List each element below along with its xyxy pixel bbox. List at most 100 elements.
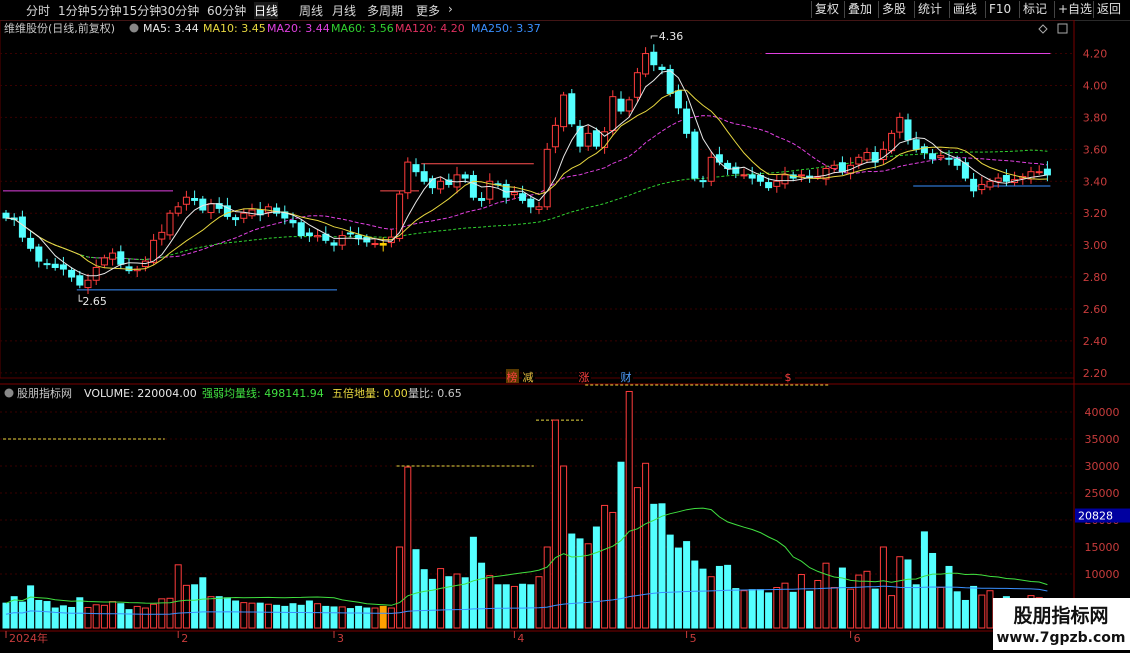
period-tab[interactable]: 日线 — [254, 2, 279, 19]
volume-bar — [141, 607, 149, 629]
ma-legend-item: MA250: 3.37 — [471, 22, 541, 35]
volume-bar — [674, 547, 682, 629]
candle-body — [2, 212, 10, 219]
volume-bar — [43, 601, 51, 629]
ma-legend-item: MA120: 4.20 — [395, 22, 465, 35]
candle-body — [633, 72, 641, 98]
candle-body — [207, 203, 215, 214]
volume-bar — [84, 606, 92, 629]
volume-bar — [781, 582, 789, 629]
volume-bar — [51, 607, 59, 629]
event-marker[interactable]: 财 — [621, 370, 632, 384]
volume-settings-icon[interactable] — [4, 388, 14, 398]
period-tab[interactable]: 5分钟 — [90, 2, 122, 19]
volume-bar — [256, 602, 264, 629]
volume-bar — [355, 605, 363, 629]
kline-chart[interactable]: 2.20 2.40 2.60 2.80 3.00 3.20 3.40 3.60 3.80 4.00… — [0, 19, 1130, 650]
price-tick-label: 4.00 — [1083, 79, 1108, 92]
toolbar-button[interactable]: 画线 — [949, 1, 980, 18]
period-tab[interactable]: 30分钟 — [160, 2, 199, 19]
volume-bar — [740, 590, 748, 629]
current-value-label: 20828 — [1078, 510, 1113, 523]
period-tab[interactable]: 1分钟 — [58, 2, 90, 19]
candle-body — [379, 243, 387, 246]
candle-body — [855, 156, 863, 165]
volume-bar — [756, 589, 764, 629]
window-icon[interactable] — [1057, 23, 1068, 34]
candle-body — [945, 157, 953, 160]
candle-body — [888, 132, 896, 152]
toolbar-button[interactable]: +自选 — [1054, 1, 1095, 18]
toolbar-button[interactable]: 多股 — [878, 1, 909, 18]
volume-bar — [609, 511, 617, 629]
candle-body — [674, 90, 682, 109]
candle-body — [748, 174, 756, 179]
candle-body — [84, 279, 92, 289]
candle-body — [527, 198, 535, 208]
volume-bar — [182, 584, 190, 629]
toolbar-button[interactable]: 返回 — [1093, 1, 1124, 18]
toolbar-button[interactable]: 统计 — [914, 1, 945, 18]
volume-bar — [100, 604, 108, 629]
date-tick-label: 3 — [337, 632, 344, 645]
volume-bar — [27, 585, 35, 629]
date-tick-label: 4 — [517, 632, 524, 645]
price-tick-label: 2.40 — [1083, 335, 1108, 348]
volume-bar — [248, 602, 256, 629]
period-tab[interactable]: 分时 — [26, 2, 50, 19]
diamond-icon[interactable] — [1038, 24, 1048, 34]
volume-bar — [510, 585, 518, 629]
volume-bar — [732, 588, 740, 629]
candle-body — [797, 174, 805, 177]
period-tab[interactable]: 周线 — [299, 2, 323, 19]
volume-bar — [396, 546, 404, 629]
period-tab[interactable]: 60分钟 — [207, 2, 246, 19]
candle-body — [715, 154, 723, 163]
volume-bar — [519, 583, 527, 629]
toolbar-button[interactable]: 复权 — [811, 1, 842, 18]
event-marker[interactable]: $ — [785, 371, 792, 384]
volume-legend-item: 五倍地量: 0.00 — [332, 386, 408, 400]
volume-bar — [568, 533, 576, 629]
candle-body — [510, 191, 518, 196]
toolbar-button[interactable]: F10 — [985, 1, 1014, 18]
candle-body — [568, 93, 576, 125]
stock-title[interactable]: 维维股份(日线,前复权) — [4, 21, 115, 35]
volume-bar — [428, 578, 436, 629]
period-tab[interactable]: 15分钟 — [122, 2, 161, 19]
volume-bar — [59, 605, 67, 629]
volume-bar — [707, 576, 715, 629]
settings-dot-icon[interactable] — [129, 23, 139, 33]
volume-legend-item: 强弱均量线: 498141.94 — [202, 386, 324, 400]
toolbar-button[interactable]: 叠加 — [844, 1, 875, 18]
candle-body — [970, 178, 978, 192]
candle-body — [576, 125, 584, 147]
watermark-url: www.7gpzb.com — [996, 630, 1125, 646]
volume-bar — [691, 560, 699, 629]
watermark-text: 股朋指标网 — [1013, 605, 1108, 627]
chart-area[interactable]: 2.20 2.40 2.60 2.80 3.00 3.20 3.40 3.60 3.80 4.00… — [0, 19, 1130, 653]
volume-bar — [929, 552, 937, 629]
event-marker[interactable]: 涨 — [579, 371, 590, 384]
volume-bar — [855, 574, 863, 629]
volume-bar — [543, 546, 551, 629]
event-marker[interactable]: 榜 — [507, 370, 518, 384]
event-marker[interactable]: 减 — [523, 371, 534, 384]
chevron-right-icon[interactable]: › — [448, 2, 453, 16]
period-tab[interactable]: 多周期 — [367, 2, 403, 19]
candle-body — [330, 242, 338, 246]
low-price-label: └2.65 — [76, 294, 107, 308]
volume-bar — [527, 584, 535, 629]
period-tab[interactable]: 月线 — [332, 2, 356, 19]
volume-bar — [502, 584, 510, 629]
price-tick-label: 3.20 — [1083, 207, 1108, 220]
toolbar-button[interactable]: 标记 — [1019, 1, 1050, 18]
period-tab[interactable]: 更多 — [416, 2, 440, 19]
price-tick-label: 3.00 — [1083, 239, 1108, 252]
volume-bar — [264, 603, 272, 629]
candle-body — [1035, 171, 1043, 174]
volume-bar — [281, 605, 289, 629]
volume-bar — [445, 576, 453, 629]
volume-bar — [683, 541, 691, 629]
volume-bar — [199, 577, 207, 629]
